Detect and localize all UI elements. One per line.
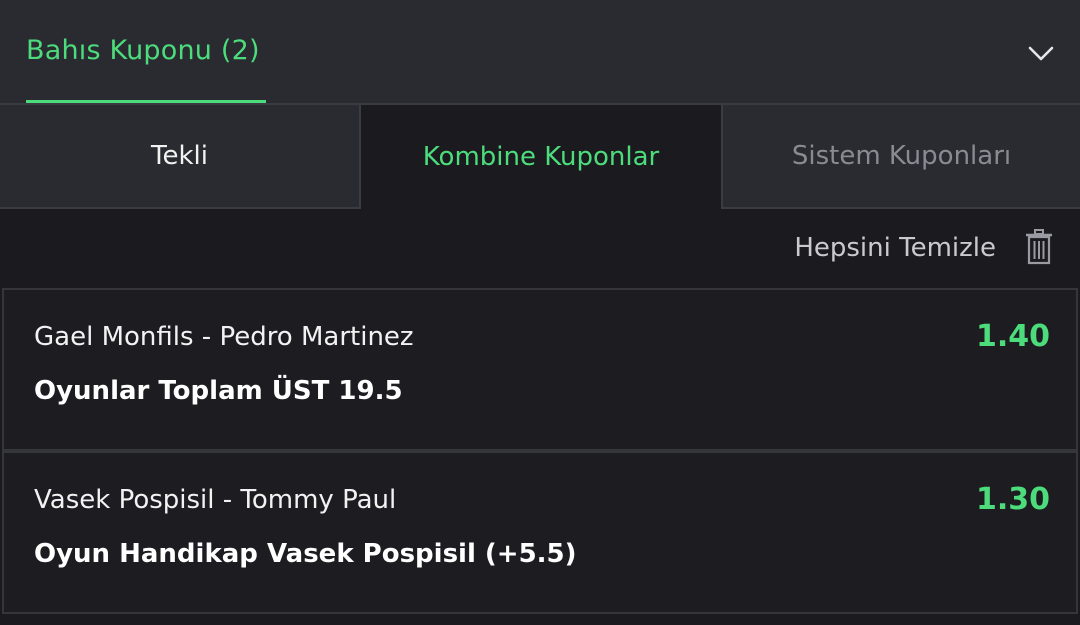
trash-icon[interactable]: [1024, 228, 1054, 266]
tab-kombine-kuponlar[interactable]: Kombine Kuponlar: [361, 105, 721, 209]
chevron-down-icon[interactable]: [1026, 40, 1056, 66]
bet-selection: Oyun Handikap Vasek Pospisil (+5.5): [34, 539, 577, 569]
bet-match-name: Vasek Pospisil - Tommy Paul: [34, 485, 397, 515]
bet-slip-panel: Bahıs Kuponu (2) Tekli Kombine Kuponlar …: [0, 0, 1080, 625]
bet-match-name: Gael Monfils - Pedro Martinez: [34, 322, 414, 352]
bet-slip-title[interactable]: Bahıs Kuponu (2): [26, 32, 260, 70]
bet-type-tabs: Tekli Kombine Kuponlar Sistem Kuponları: [0, 105, 1080, 209]
bet-item[interactable]: Gael Monfils - Pedro Martinez Oyunlar To…: [2, 288, 1078, 451]
bet-odds: 1.40: [975, 319, 1050, 354]
bet-odds: 1.30: [975, 482, 1050, 517]
clear-all-button[interactable]: Hepsini Temizle: [794, 229, 996, 267]
tab-sistem-kuponlari[interactable]: Sistem Kuponları: [721, 105, 1080, 209]
panel-bottom: [0, 614, 1080, 625]
bet-selection: Oyunlar Toplam ÜST 19.5: [34, 376, 403, 406]
bet-item[interactable]: Vasek Pospisil - Tommy Paul Oyun Handika…: [2, 451, 1078, 614]
title-underline: [26, 100, 266, 103]
tab-tekli[interactable]: Tekli: [0, 105, 361, 209]
clear-all-row: Hepsini Temizle: [0, 209, 1080, 287]
bet-slip-header[interactable]: Bahıs Kuponu (2): [0, 0, 1080, 105]
